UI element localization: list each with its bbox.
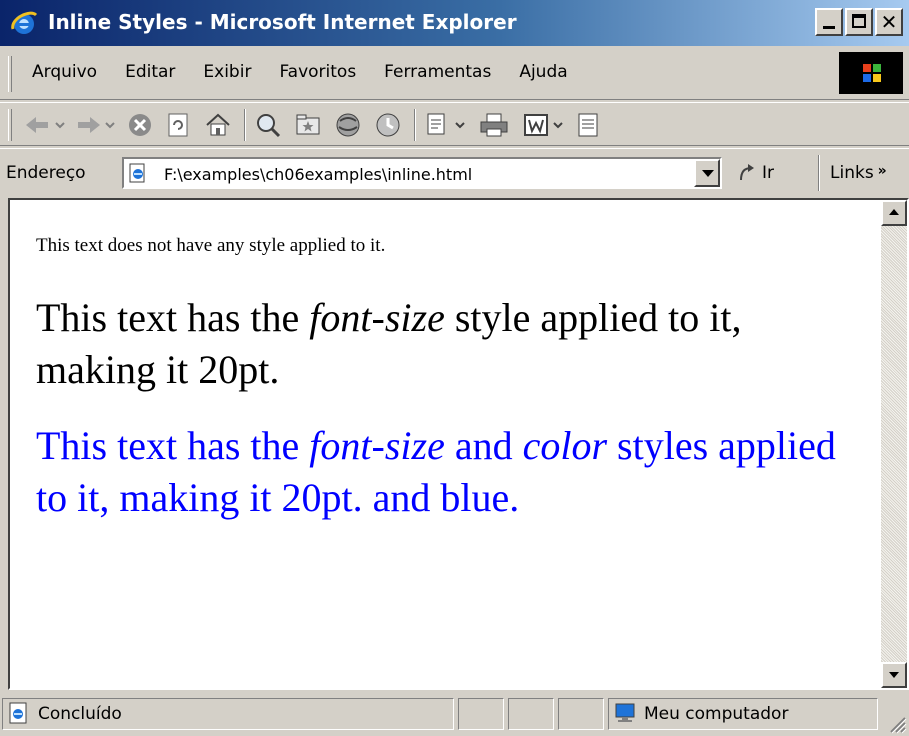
- window-title: Inline Styles - Microsoft Internet Explo…: [48, 10, 517, 34]
- computer-icon: [615, 703, 635, 722]
- ie-page-icon: [9, 702, 27, 724]
- address-combobox[interactable]: [122, 157, 722, 189]
- ie-logo-icon: [11, 11, 38, 34]
- zone-text: Meu computador: [644, 704, 789, 724]
- print-button[interactable]: [478, 111, 510, 139]
- links-toolbar[interactable]: Links»: [830, 163, 887, 183]
- print-icon: [480, 113, 508, 137]
- content-viewport: This text does not have any style applie…: [8, 198, 909, 690]
- toolbar-separator: [414, 109, 416, 141]
- paragraph-unstyled: This text does not have any style applie…: [36, 235, 386, 256]
- status-panel: [458, 698, 504, 730]
- refresh-button[interactable]: [164, 111, 192, 139]
- discuss-button[interactable]: [574, 111, 602, 139]
- menu-item-arquivo[interactable]: Arquivo: [20, 62, 113, 82]
- menu-item-editar[interactable]: Editar: [113, 62, 191, 82]
- vertical-scrollbar[interactable]: [881, 200, 907, 688]
- forward-icon: [78, 117, 115, 133]
- home-icon: [206, 113, 230, 136]
- favorites-icon: [296, 114, 320, 135]
- go-arrow-icon: [740, 164, 754, 181]
- menu-item-exibir[interactable]: Exibir: [191, 62, 267, 82]
- menu-item-ferramentas[interactable]: Ferramentas: [372, 62, 507, 82]
- minimize-icon: [823, 26, 835, 29]
- search-button[interactable]: [254, 111, 282, 139]
- resize-grip-icon[interactable]: [885, 712, 907, 734]
- minimize-button[interactable]: [815, 8, 843, 36]
- maximize-icon: [852, 14, 866, 28]
- scroll-up-button[interactable]: [881, 200, 907, 226]
- status-bar: Concluído Meu computador: [0, 692, 909, 736]
- edit-button[interactable]: [522, 111, 566, 139]
- go-button[interactable]: Ir: [738, 159, 774, 187]
- close-button[interactable]: ✕: [875, 8, 903, 36]
- document-body: This text does not have any style applie…: [36, 234, 866, 548]
- address-bar: Endereço Ir Links»: [0, 148, 909, 196]
- italic-text: font-size: [309, 423, 445, 468]
- media-icon: [336, 113, 360, 137]
- home-button[interactable]: [204, 111, 232, 139]
- history-icon: [376, 113, 400, 137]
- maximize-button[interactable]: [845, 8, 873, 36]
- stop-button[interactable]: [126, 111, 154, 139]
- standard-toolbar: [0, 102, 909, 146]
- menu-bar: Arquivo Editar Exibir Favoritos Ferramen…: [0, 48, 909, 100]
- text-run: and: [444, 423, 523, 468]
- search-icon: [257, 114, 281, 138]
- text-run: This text has the: [36, 423, 310, 468]
- chevron-right-icon: »: [877, 163, 887, 179]
- page-icon: [129, 163, 145, 183]
- italic-text: font-size: [309, 295, 445, 340]
- paragraph-font-size: This text has the font-size style applie…: [36, 292, 866, 396]
- mail-icon: [427, 113, 465, 135]
- menu-items: Arquivo Editar Exibir Favoritos Ferramen…: [20, 62, 584, 82]
- close-icon: ✕: [880, 10, 898, 34]
- status-text: Concluído: [38, 704, 122, 724]
- toolbar-separator: [244, 109, 246, 141]
- media-button[interactable]: [334, 111, 362, 139]
- status-panel: [558, 698, 604, 730]
- title-bar[interactable]: Inline Styles - Microsoft Internet Explo…: [0, 0, 909, 46]
- forward-button[interactable]: [74, 111, 118, 139]
- chevron-down-icon: [702, 170, 714, 177]
- back-icon: [26, 117, 65, 133]
- status-panel: [508, 698, 554, 730]
- windows-logo: [839, 52, 903, 94]
- menu-item-favoritos[interactable]: Favoritos: [267, 62, 372, 82]
- history-button[interactable]: [374, 111, 402, 139]
- go-label: Ir: [762, 163, 775, 183]
- back-button[interactable]: [22, 111, 66, 139]
- menu-item-ajuda[interactable]: Ajuda: [507, 62, 583, 82]
- toolbar-grip[interactable]: [8, 109, 12, 141]
- window-controls: ✕: [815, 8, 903, 36]
- paragraph-font-size-color: This text has the font-size and color st…: [36, 420, 866, 524]
- refresh-icon: [168, 113, 188, 137]
- arrow-up-icon: [889, 209, 899, 215]
- address-input[interactable]: [164, 163, 684, 185]
- mail-button[interactable]: [424, 111, 468, 139]
- links-label: Links: [830, 163, 874, 183]
- address-dropdown-button[interactable]: [694, 159, 720, 187]
- links-separator: [818, 155, 820, 191]
- edit-icon: [524, 114, 563, 136]
- arrow-down-icon: [889, 672, 899, 678]
- favorites-button[interactable]: [294, 111, 322, 139]
- italic-text: color: [522, 423, 608, 468]
- address-label: Endereço: [6, 163, 86, 183]
- discuss-icon: [578, 113, 598, 137]
- windows-flag-icon: [863, 64, 881, 82]
- scroll-down-button[interactable]: [881, 662, 907, 688]
- text-run: This text has the: [36, 295, 310, 340]
- menu-grip[interactable]: [8, 56, 12, 92]
- stop-icon: [129, 114, 151, 136]
